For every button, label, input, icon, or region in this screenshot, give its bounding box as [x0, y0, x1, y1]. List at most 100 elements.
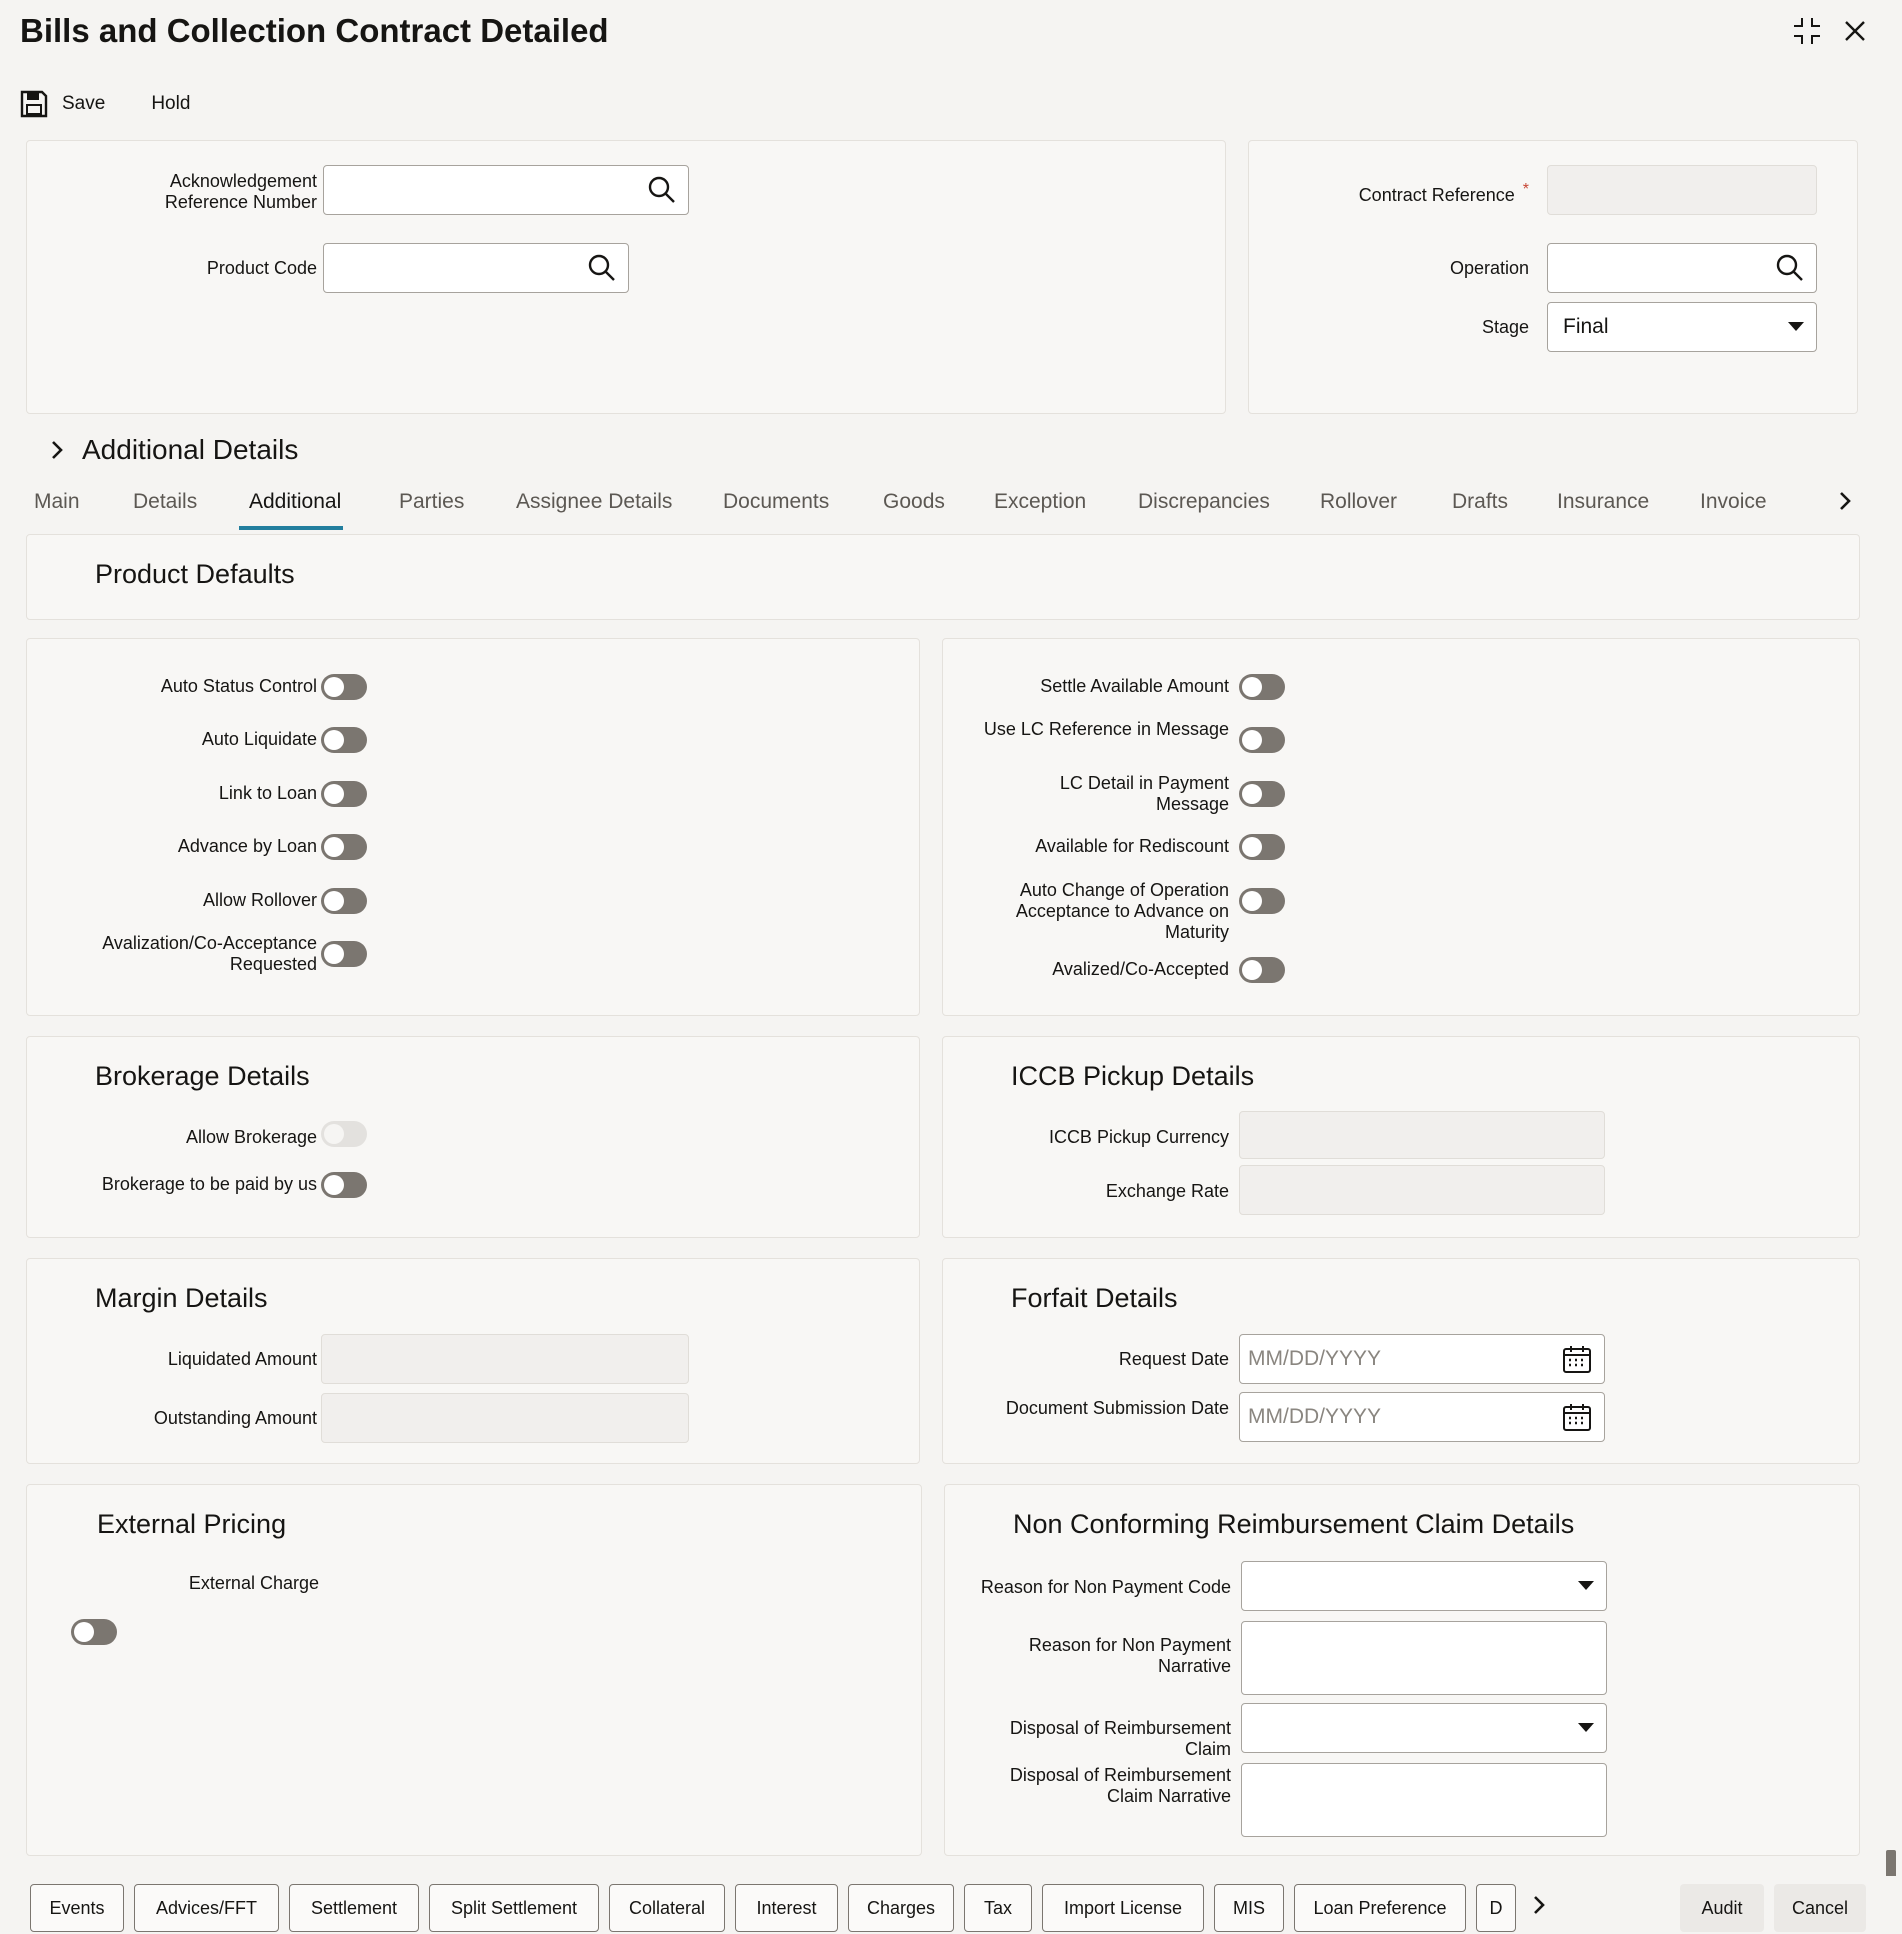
collateral-button[interactable]: Collateral — [609, 1884, 725, 1932]
chevron-down-icon — [1578, 1581, 1594, 1590]
tab-parties[interactable]: Parties — [399, 490, 464, 530]
tab-drafts[interactable]: Drafts — [1452, 490, 1508, 530]
doc-submission-date-input[interactable]: MM/DD/YYYY — [1239, 1392, 1605, 1442]
product-code-input[interactable] — [323, 243, 629, 293]
import-license-button[interactable]: Import License — [1042, 1884, 1204, 1932]
calendar-icon[interactable] — [1562, 1402, 1592, 1432]
iccb-currency-input[interactable] — [1239, 1111, 1605, 1159]
search-icon[interactable] — [1776, 254, 1804, 282]
reason-narrative-textarea[interactable] — [1241, 1621, 1607, 1695]
exchange-rate-label: Exchange Rate — [1105, 1181, 1229, 1201]
doc-submission-date-label: Document Submission Date — [1005, 1398, 1229, 1418]
lc-detail-payment-toggle[interactable] — [1239, 781, 1285, 807]
contract-ref-input[interactable] — [1547, 165, 1817, 215]
split-settlement-button[interactable]: Split Settlement — [429, 1884, 599, 1932]
allow-brokerage-toggle[interactable] — [321, 1121, 367, 1147]
link-to-loan-label: Link to Loan — [218, 783, 317, 803]
external-charge-label: External Charge — [188, 1573, 319, 1593]
disposal-narrative-label: Disposal of Reimbursement Claim Narrativ… — [1009, 1765, 1231, 1806]
non-conforming-panel: Non Conforming Reimbursement Claim Detai… — [944, 1484, 1860, 1856]
allow-rollover-toggle[interactable] — [321, 888, 367, 914]
tab-bar: Main Details Additional Parties Assignee… — [0, 482, 1880, 530]
external-charge-toggle[interactable] — [71, 1619, 117, 1645]
more-button[interactable]: D — [1476, 1884, 1516, 1932]
tab-main[interactable]: Main — [34, 490, 80, 530]
available-for-rediscount-toggle[interactable] — [1239, 834, 1285, 860]
liquidated-amount-input[interactable] — [321, 1334, 689, 1384]
settle-available-amount-toggle[interactable] — [1239, 674, 1285, 700]
tab-invoice[interactable]: Invoice — [1700, 490, 1767, 530]
required-indicator: * — [1522, 181, 1529, 198]
scrollbar-thumb[interactable] — [1886, 1850, 1896, 1878]
tab-exception[interactable]: Exception — [994, 490, 1086, 530]
tax-button[interactable]: Tax — [964, 1884, 1032, 1932]
outstanding-amount-input[interactable] — [321, 1393, 689, 1443]
link-to-loan-toggle[interactable] — [321, 781, 367, 807]
reason-code-label: Reason for Non Payment Code — [980, 1577, 1231, 1597]
disposal-label: Disposal of Reimbursement Claim — [1009, 1718, 1231, 1759]
search-icon[interactable] — [588, 254, 616, 282]
minimize-icon[interactable] — [1790, 14, 1824, 48]
iccb-panel: ICCB Pickup Details ICCB Pickup Currency… — [942, 1036, 1860, 1238]
reason-narrative-label: Reason for Non Payment Narrative — [1028, 1635, 1231, 1676]
request-date-input[interactable]: MM/DD/YYYY — [1239, 1334, 1605, 1384]
tab-discrepancies[interactable]: Discrepancies — [1138, 490, 1270, 530]
advices-fft-button[interactable]: Advices/FFT — [134, 1884, 279, 1932]
tab-additional[interactable]: Additional — [238, 490, 344, 530]
ack-ref-input[interactable] — [323, 165, 689, 215]
cancel-button[interactable]: Cancel — [1774, 1884, 1866, 1932]
advance-by-loan-toggle[interactable] — [321, 834, 367, 860]
audit-button[interactable]: Audit — [1680, 1884, 1764, 1932]
avalization-requested-label: Avalization/Co-Acceptance Requested — [102, 933, 317, 974]
exchange-rate-input[interactable] — [1239, 1165, 1605, 1215]
brokerage-paid-by-us-toggle[interactable] — [321, 1172, 367, 1198]
chevron-down-icon — [1578, 1723, 1594, 1732]
product-code-label: Product Code — [206, 258, 317, 278]
charges-button[interactable]: Charges — [848, 1884, 954, 1932]
additional-details-label: Additional Details — [82, 434, 299, 465]
use-lc-reference-toggle[interactable] — [1239, 727, 1285, 753]
calendar-icon[interactable] — [1562, 1344, 1592, 1374]
hold-button[interactable]: Hold — [151, 93, 190, 115]
tab-insurance[interactable]: Insurance — [1557, 490, 1649, 530]
auto-change-operation-toggle[interactable] — [1239, 888, 1285, 914]
brokerage-panel: Brokerage Details Allow Brokerage Broker… — [26, 1036, 920, 1238]
interest-button[interactable]: Interest — [735, 1884, 838, 1932]
bottom-button-bar: Events Advices/FFT Settlement Split Sett… — [0, 1876, 1902, 1934]
search-icon[interactable] — [648, 176, 676, 204]
tab-goods[interactable]: Goods — [883, 490, 945, 530]
brokerage-title: Brokerage Details — [95, 1061, 310, 1091]
close-icon[interactable] — [1838, 14, 1872, 48]
avalization-requested-toggle[interactable] — [321, 941, 367, 967]
auto-liquidate-toggle[interactable] — [321, 727, 367, 753]
reason-code-select[interactable] — [1241, 1561, 1607, 1611]
auto-status-control-toggle[interactable] — [321, 674, 367, 700]
tab-documents[interactable]: Documents — [723, 490, 829, 530]
loan-preference-button[interactable]: Loan Preference — [1294, 1884, 1466, 1932]
events-button[interactable]: Events — [30, 1884, 124, 1932]
stage-select[interactable]: Final — [1547, 302, 1817, 352]
tab-details[interactable]: Details — [133, 490, 197, 530]
tab-assignee-details[interactable]: Assignee Details — [516, 490, 672, 530]
margin-panel: Margin Details Liquidated Amount Outstan… — [26, 1258, 920, 1464]
avalized-co-accepted-toggle[interactable] — [1239, 957, 1285, 983]
additional-details-expander[interactable]: Additional Details — [50, 434, 298, 466]
tabs-next-icon[interactable] — [1838, 490, 1852, 517]
disposal-narrative-textarea[interactable] — [1241, 1763, 1607, 1837]
allow-rollover-label: Allow Rollover — [202, 890, 317, 910]
product-defaults-left-panel: Auto Status Control Auto Liquidate Link … — [26, 638, 920, 1016]
header-left-panel: Acknowledgement Reference Number Product… — [26, 140, 1226, 414]
tab-rollover[interactable]: Rollover — [1320, 490, 1397, 530]
bottom-next-icon[interactable] — [1532, 1894, 1546, 1921]
use-lc-reference-label: Use LC Reference in Message — [983, 719, 1229, 739]
window-title: Bills and Collection Contract Detailed — [20, 12, 609, 49]
iccb-title: ICCB Pickup Details — [1011, 1061, 1255, 1091]
mis-button[interactable]: MIS — [1214, 1884, 1284, 1932]
operation-input[interactable] — [1547, 243, 1817, 293]
available-for-rediscount-label: Available for Rediscount — [1035, 836, 1229, 856]
settlement-button[interactable]: Settlement — [289, 1884, 419, 1932]
avalized-co-accepted-label: Avalized/Co-Accepted — [1052, 959, 1229, 979]
save-icon — [20, 90, 48, 118]
disposal-select[interactable] — [1241, 1703, 1607, 1753]
save-button[interactable]: Save — [20, 90, 105, 118]
